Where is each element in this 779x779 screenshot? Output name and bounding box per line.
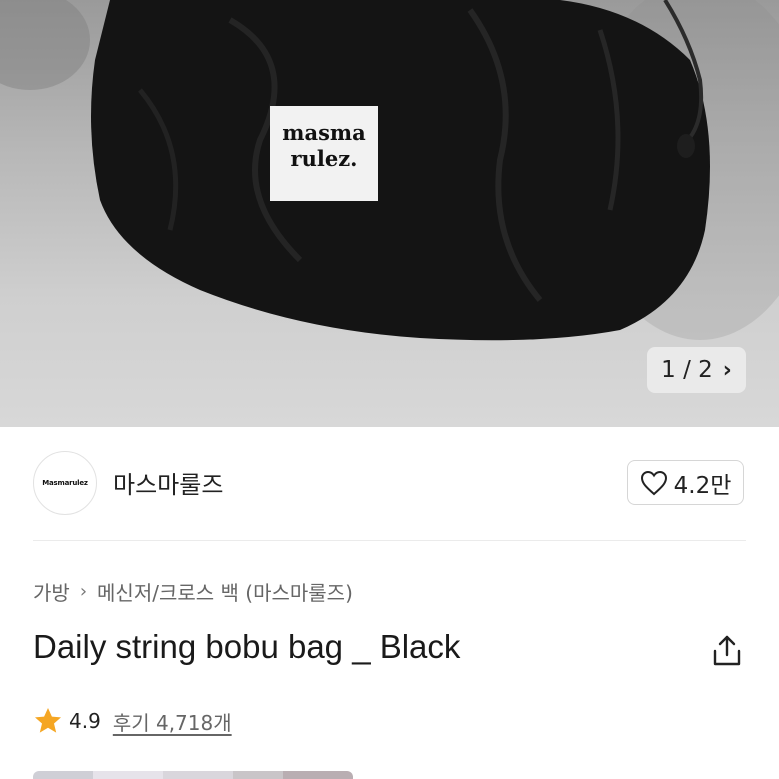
review-thumbnail[interactable] xyxy=(163,771,233,779)
image-counter-text: 1 / 2 xyxy=(661,357,713,383)
brand-patch: masma rulez. xyxy=(270,106,378,201)
breadcrumb: 가방 › 메신저/크로스 백 (마스마룰즈) xyxy=(33,577,353,606)
chevron-right-icon[interactable]: › xyxy=(723,358,732,383)
chevron-right-icon: › xyxy=(79,581,88,602)
breadcrumb-subcategory[interactable]: 메신저/크로스 백 (마스마룰즈) xyxy=(97,577,353,606)
product-title: Daily string bobu bag _ Black xyxy=(33,628,461,665)
review-thumbnails[interactable] xyxy=(33,771,353,779)
review-thumbnail[interactable] xyxy=(233,771,283,779)
breadcrumb-category[interactable]: 가방 xyxy=(33,577,70,606)
like-button[interactable]: 4.2만 xyxy=(627,460,744,505)
image-counter[interactable]: 1 / 2 › xyxy=(647,347,746,393)
star-icon xyxy=(35,708,61,733)
review-count-link[interactable]: 후기 4,718개 xyxy=(113,707,232,736)
product-image-carousel[interactable]: masma rulez. 1 / 2 › xyxy=(0,0,779,427)
share-icon[interactable] xyxy=(711,634,743,668)
rating-score: 4.9 xyxy=(69,709,101,733)
patch-line-1: masma xyxy=(282,120,366,145)
review-thumbnail[interactable] xyxy=(93,771,163,779)
review-thumbnail[interactable] xyxy=(33,771,93,779)
like-count: 4.2만 xyxy=(673,472,732,499)
heart-icon xyxy=(640,470,667,495)
brand-name[interactable]: 마스마룰즈 xyxy=(113,465,223,500)
divider xyxy=(33,540,746,541)
brand-logo[interactable]: Masmarulez xyxy=(33,451,97,515)
rating-row: 4.9 후기 4,718개 xyxy=(33,706,232,736)
patch-line-2: rulez. xyxy=(290,146,358,171)
brand-logo-text: Masmarulez xyxy=(42,479,88,487)
review-thumbnail[interactable] xyxy=(283,771,353,779)
brand-row: Masmarulez 마스마룰즈 4.2만 xyxy=(0,427,779,540)
